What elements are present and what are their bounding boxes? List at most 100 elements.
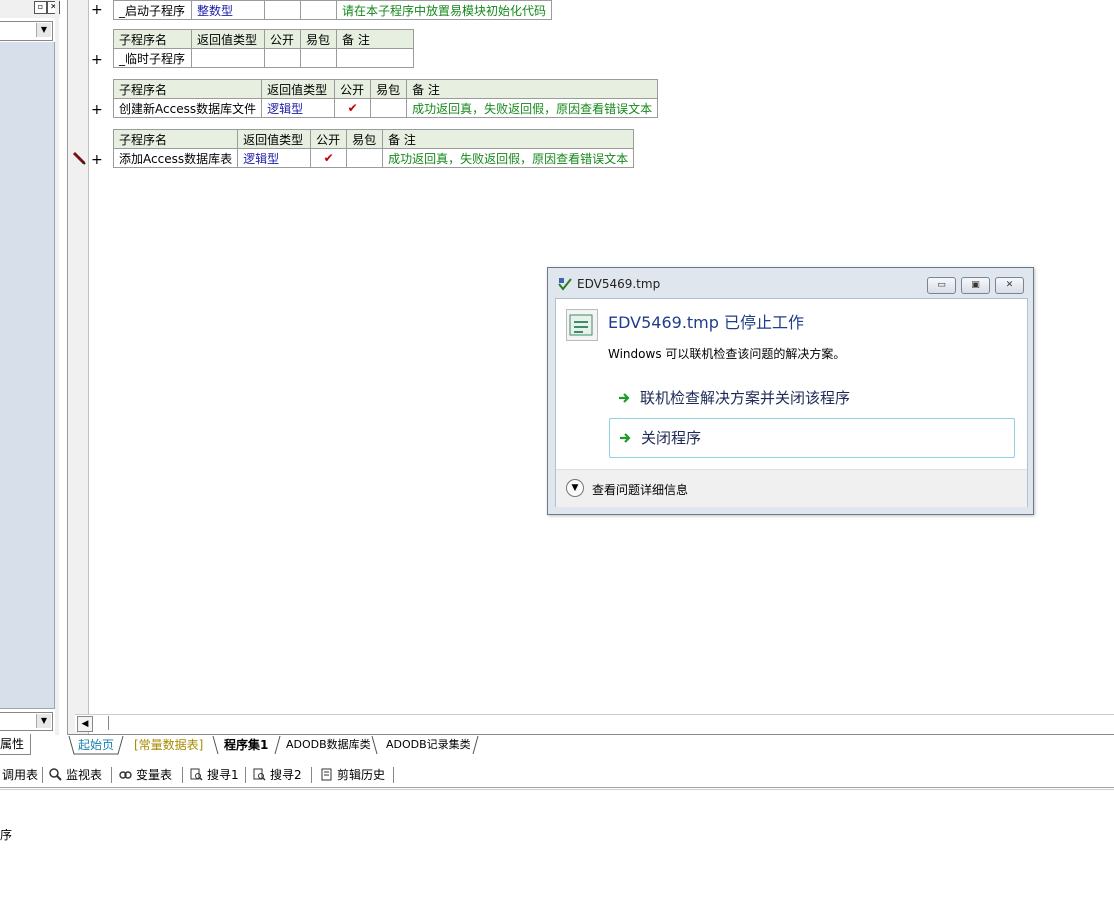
left-panel-titlebar: ▫ ✕ [0, 0, 60, 18]
horizontal-scrollbar[interactable]: ◀ [75, 714, 1114, 732]
header-easy-pkg: 易包 [300, 29, 337, 49]
close-program-label: 关闭程序 [641, 429, 702, 447]
variable-table-label: 变量表 [136, 768, 173, 782]
bottom-toolbar: 调用表 监视表 变量表 搜寻1 搜寻2 剪辑历史 [0, 763, 1114, 788]
search2-label: 搜寻2 [270, 768, 302, 782]
header-remark: 备 注 [382, 129, 635, 149]
left-panel-list[interactable] [0, 42, 55, 709]
scroll-thumb[interactable] [92, 716, 109, 730]
easy-pkg-flag[interactable] [370, 98, 408, 118]
divider [245, 767, 246, 783]
header-easy-pkg: 易包 [346, 129, 384, 149]
search1-button[interactable]: 搜寻1 [190, 766, 239, 784]
subroutine-table: 子程序名 返回值类型 公开 易包 备 注 创建新Access数据库文件 逻辑型 … [112, 79, 659, 118]
call-table-button[interactable]: 调用表 [2, 766, 38, 784]
maximize-button[interactable]: ▣ [961, 277, 990, 294]
remark[interactable]: 成功返回真，失败返回假，原因查看错误文本 [382, 148, 635, 168]
editor-tab-bar: 起始页 [常量数据表] 程序集1 ADODB数据库类 ADODB记录集类 [68, 734, 1114, 756]
close-button[interactable]: ✕ [995, 277, 1024, 294]
left-panel-bottom-dropdown[interactable]: ▼ [0, 712, 53, 731]
public-check-icon[interactable]: ✔ [334, 98, 372, 118]
dialog-heading: EDV5469.tmp 已停止工作 [608, 313, 805, 332]
left-panel-dropdown[interactable]: ▼ [0, 21, 53, 41]
easy-pkg-flag[interactable] [300, 48, 337, 68]
program-icon-graphic [569, 314, 593, 336]
expand-button[interactable]: + [91, 53, 103, 67]
output-panel[interactable]: 序 [0, 789, 1114, 916]
easy-pkg-flag[interactable] [346, 148, 384, 168]
arrow-right-icon [619, 393, 630, 403]
tab-outline [68, 735, 479, 755]
header-public: 公开 [334, 79, 372, 99]
header-easy-pkg: 易包 [370, 79, 408, 99]
magnifier-icon [49, 768, 62, 781]
table-header: 子程序名 返回值类型 公开 易包 备 注 [113, 29, 414, 49]
header-public: 公开 [264, 29, 301, 49]
return-type[interactable]: 逻辑型 [237, 148, 312, 168]
subroutine-name[interactable]: _启动子程序 [113, 0, 192, 20]
table-header: 子程序名 返回值类型 公开 易包 备 注 [112, 79, 659, 99]
header-name: 子程序名 [113, 29, 192, 49]
table-row: 创建新Access数据库文件 逻辑型 ✔ 成功返回真，失败返回假，原因查看错误文… [112, 98, 659, 118]
dialog-title: EDV5469.tmp [577, 277, 661, 291]
easy-pkg-flag[interactable] [300, 0, 337, 20]
header-remark: 备 注 [336, 29, 414, 49]
call-table-label: 调用表 [2, 768, 39, 782]
subroutine-table: 子程序名 返回值类型 公开 易包 备 注 _临时子程序 [113, 29, 414, 68]
header-name: 子程序名 [112, 129, 239, 149]
divider [393, 767, 394, 783]
public-flag[interactable] [264, 0, 301, 20]
table-row: _临时子程序 [113, 48, 414, 68]
program-icon [566, 309, 598, 341]
subroutine-name[interactable]: 添加Access数据库表 [112, 148, 239, 168]
clip-history-button[interactable]: 剪辑历史 [320, 766, 385, 784]
divider [88, 0, 89, 735]
subroutine-table: _启动子程序 整数型 请在本子程序中放置易模块初始化代码 [113, 0, 553, 20]
dialog-body: EDV5469.tmp 已停止工作 Windows 可以联机检查该问题的解决方案… [555, 298, 1028, 507]
app-icon [558, 278, 572, 291]
scroll-left-icon[interactable]: ◀ [77, 716, 93, 732]
restore-icon[interactable]: ▫ [34, 1, 47, 14]
chevron-down-icon[interactable]: ▼ [36, 23, 51, 37]
public-check-icon[interactable]: ✔ [310, 148, 348, 168]
check-online-label: 联机检查解决方案并关闭该程序 [640, 389, 851, 407]
minimize-button[interactable]: ▭ [927, 277, 956, 294]
public-flag[interactable] [264, 48, 301, 68]
return-type[interactable] [191, 48, 265, 68]
clip-history-label: 剪辑历史 [337, 768, 386, 782]
return-type[interactable]: 逻辑型 [261, 98, 336, 118]
left-panel-splitter[interactable] [55, 0, 59, 735]
arrow-right-icon [620, 433, 631, 443]
header-return-type: 返回值类型 [237, 129, 312, 149]
output-text: 序 [0, 828, 13, 842]
check-online-button[interactable]: 联机检查解决方案并关闭该程序 [609, 379, 1013, 417]
view-details-link[interactable]: 查看问题详细信息 [592, 481, 688, 498]
variable-icon [119, 771, 132, 779]
subroutine-name[interactable]: _临时子程序 [113, 48, 192, 68]
subroutine-name[interactable]: 创建新Access数据库文件 [112, 98, 263, 118]
remark[interactable] [336, 48, 414, 68]
header-remark: 备 注 [406, 79, 659, 99]
search2-button[interactable]: 搜寻2 [253, 766, 302, 784]
table-header: 子程序名 返回值类型 公开 易包 备 注 [112, 129, 635, 149]
pencil-icon [72, 151, 86, 165]
search-document-icon [253, 768, 266, 781]
watch-table-button[interactable]: 监视表 [49, 766, 102, 784]
tab-properties[interactable]: 属性 [0, 734, 31, 755]
remark[interactable]: 请在本子程序中放置易模块初始化代码 [335, 0, 553, 20]
remark[interactable]: 成功返回真，失败返回假，原因查看错误文本 [406, 98, 659, 118]
chevron-down-icon[interactable]: ▼ [36, 714, 51, 728]
variable-table-button[interactable]: 变量表 [119, 766, 172, 784]
table-row: 添加Access数据库表 逻辑型 ✔ 成功返回真，失败返回假，原因查看错误文本 [112, 148, 635, 168]
dialog-message: Windows 可以联机检查该问题的解决方案。 [608, 347, 846, 361]
expand-button[interactable]: + [91, 103, 103, 117]
expand-button[interactable]: + [91, 3, 103, 17]
expand-button[interactable]: + [91, 153, 103, 167]
close-program-button[interactable]: 关闭程序 [609, 418, 1015, 458]
header-return-type: 返回值类型 [261, 79, 336, 99]
search1-label: 搜寻1 [207, 768, 239, 782]
search-document-icon [190, 768, 203, 781]
return-type[interactable]: 整数型 [191, 0, 265, 20]
chevron-down-icon[interactable]: ▼ [566, 479, 584, 497]
divider [311, 767, 312, 783]
